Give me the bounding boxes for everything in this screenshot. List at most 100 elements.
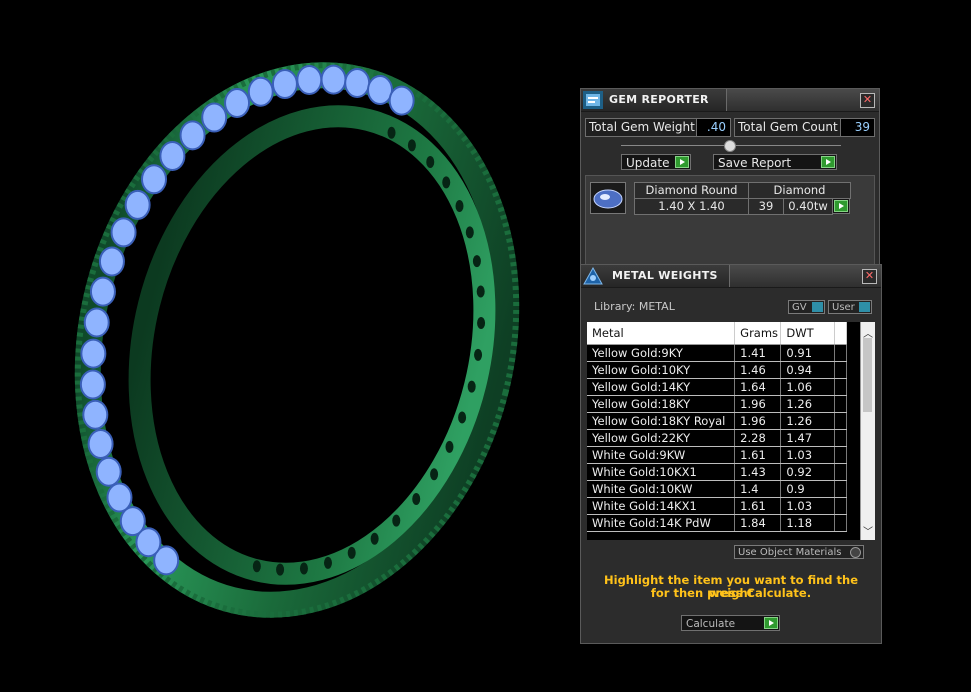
grams-cell[interactable]: 1.61 [734, 497, 782, 515]
grams-cell[interactable]: 1.61 [734, 446, 782, 464]
metal-cell[interactable]: Yellow Gold:10KY [587, 361, 736, 379]
metal-table-row[interactable]: White Gold:14K PdW 1.84 1.18 [587, 514, 848, 532]
setting-hole [323, 556, 332, 569]
metal-table-row[interactable]: White Gold:10KX1 1.43 0.92 [587, 463, 848, 481]
metal-table-row[interactable]: Yellow Gold:14KY 1.64 1.06 [587, 378, 848, 396]
grams-cell[interactable]: 1.96 [734, 412, 782, 430]
save-report-button[interactable]: Save Report [713, 154, 837, 170]
gv-toggle[interactable]: GV [788, 300, 825, 314]
total-gem-count-label: Total Gem Count [738, 120, 838, 134]
setting-hole [430, 468, 439, 481]
gem-stone [98, 246, 125, 277]
row-spacer-cell [834, 344, 848, 362]
grams-cell[interactable]: 1.64 [734, 378, 782, 396]
total-gem-count-value[interactable]: 39 [840, 119, 874, 136]
scroll-down-icon[interactable]: ﹀ [863, 523, 873, 538]
gem-stone [179, 120, 206, 151]
gem-reporter-close-button[interactable]: ✕ [860, 93, 875, 108]
gem-stone [110, 217, 137, 248]
metal-table-scrollbar[interactable]: ︿ ﹀ [860, 322, 875, 540]
dwt-cell[interactable]: 1.18 [780, 514, 835, 532]
use-object-materials-toggle[interactable]: Use Object Materials [734, 545, 864, 559]
update-play-icon [675, 156, 689, 168]
dwt-cell[interactable]: 1.26 [780, 395, 835, 413]
metal-cell[interactable]: Yellow Gold:14KY [587, 378, 736, 396]
grams-cell[interactable]: 1.46 [734, 361, 782, 379]
row-spacer-cell [834, 361, 848, 379]
metal-table-row[interactable]: White Gold:10KW 1.4 0.9 [587, 480, 848, 498]
metal-cell[interactable]: White Gold:14KX1 [587, 497, 736, 515]
dwt-cell[interactable]: 1.06 [780, 378, 835, 396]
metal-cell[interactable]: Yellow Gold:18KY [587, 395, 736, 413]
col-grams-header[interactable]: Grams [734, 322, 782, 345]
grams-cell[interactable]: 1.96 [734, 395, 782, 413]
gem-shape-cell[interactable]: Diamond Round [634, 182, 749, 199]
update-button[interactable]: Update [621, 154, 691, 170]
gem-row-go-button[interactable] [832, 198, 850, 214]
gem-size-cell[interactable]: 1.40 X 1.40 [634, 198, 749, 215]
metal-table-row[interactable]: Yellow Gold:18KY 1.96 1.26 [587, 395, 848, 413]
3d-viewport[interactable] [0, 0, 575, 688]
dwt-cell[interactable]: 0.94 [780, 361, 835, 379]
metal-weights-titlebar[interactable]: METAL WEIGHTS ✕ [581, 265, 881, 288]
dwt-cell[interactable]: 0.9 [780, 480, 835, 498]
setting-hole [445, 440, 454, 453]
metal-table-container[interactable]: Metal Grams DWT Yellow Gold:9KY 1.41 0.91 Y… [587, 322, 875, 540]
dwt-cell[interactable]: 1.03 [780, 446, 835, 464]
metal-table-row[interactable]: Yellow Gold:10KY 1.46 0.94 [587, 361, 848, 379]
metal-table-row[interactable]: Yellow Gold:22KY 2.28 1.47 [587, 429, 848, 447]
setting-hole [476, 285, 485, 298]
gem-stone [320, 64, 347, 95]
setting-hole [442, 176, 451, 189]
grams-cell[interactable]: 1.84 [734, 514, 782, 532]
metal-cell[interactable]: White Gold:10KX1 [587, 463, 736, 481]
gem-stone [367, 74, 394, 105]
metal-table-row[interactable]: Yellow Gold:18KY Royal 1.96 1.26 [587, 412, 848, 430]
col-metal-header[interactable]: Metal [587, 322, 736, 345]
grams-cell[interactable]: 1.4 [734, 480, 782, 498]
setting-hole [458, 411, 467, 424]
gem-reporter-titlebar[interactable]: GEM REPORTER ✕ [581, 89, 879, 112]
grams-cell[interactable]: 1.43 [734, 463, 782, 481]
metal-cell[interactable]: White Gold:14K PdW [587, 514, 736, 532]
metal-cell[interactable]: Yellow Gold:18KY Royal [587, 412, 736, 430]
metal-table-row[interactable]: White Gold:14KX1 1.61 1.03 [587, 497, 848, 515]
gem-weight-cell[interactable]: 0.40tw [783, 198, 833, 215]
dwt-cell[interactable]: 1.03 [780, 497, 835, 515]
update-label: Update [626, 156, 670, 170]
gem-stone [141, 164, 168, 195]
dwt-cell[interactable]: 0.92 [780, 463, 835, 481]
metal-cell[interactable]: Yellow Gold:9KY [587, 344, 736, 362]
gem-stone [79, 369, 106, 400]
metal-cell[interactable]: White Gold:10KW [587, 480, 736, 498]
row-spacer-cell [834, 395, 848, 413]
grams-cell[interactable]: 1.41 [734, 344, 782, 362]
col-dwt-header[interactable]: DWT [780, 322, 835, 345]
setting-hole [426, 156, 435, 169]
splitter-handle[interactable] [724, 140, 736, 152]
dwt-cell[interactable]: 1.47 [780, 429, 835, 447]
gem-material-cell[interactable]: Diamond [748, 182, 851, 199]
user-toggle[interactable]: User [828, 300, 872, 314]
setting-hole [477, 316, 486, 329]
gem-count-cell[interactable]: 39 [748, 198, 784, 215]
gem-stone [271, 69, 298, 100]
total-gem-weight-label: Total Gem Weight [589, 120, 695, 134]
metal-table-row[interactable]: White Gold:9KW 1.61 1.03 [587, 446, 848, 464]
grams-cell[interactable]: 2.28 [734, 429, 782, 447]
calculate-button[interactable]: Calculate [681, 615, 780, 631]
metal-weights-panel: METAL WEIGHTS ✕ Library: METAL GV User M… [580, 264, 882, 644]
row-spacer-cell [834, 378, 848, 396]
dwt-cell[interactable]: 1.26 [780, 412, 835, 430]
metal-table: Metal Grams DWT Yellow Gold:9KY 1.41 0.91 Y… [587, 322, 848, 532]
metal-weights-title: METAL WEIGHTS [612, 269, 718, 282]
setting-hole [407, 139, 416, 152]
metal-cell[interactable]: Yellow Gold:22KY [587, 429, 736, 447]
row-spacer-cell [834, 429, 848, 447]
dwt-cell[interactable]: 0.91 [780, 344, 835, 362]
total-gem-weight-value[interactable]: .40 [696, 119, 730, 136]
metal-table-row[interactable]: Yellow Gold:9KY 1.41 0.91 [587, 344, 848, 362]
metal-cell[interactable]: White Gold:9KW [587, 446, 736, 464]
metal-weights-close-button[interactable]: ✕ [862, 269, 877, 284]
scroll-thumb[interactable] [863, 338, 872, 412]
